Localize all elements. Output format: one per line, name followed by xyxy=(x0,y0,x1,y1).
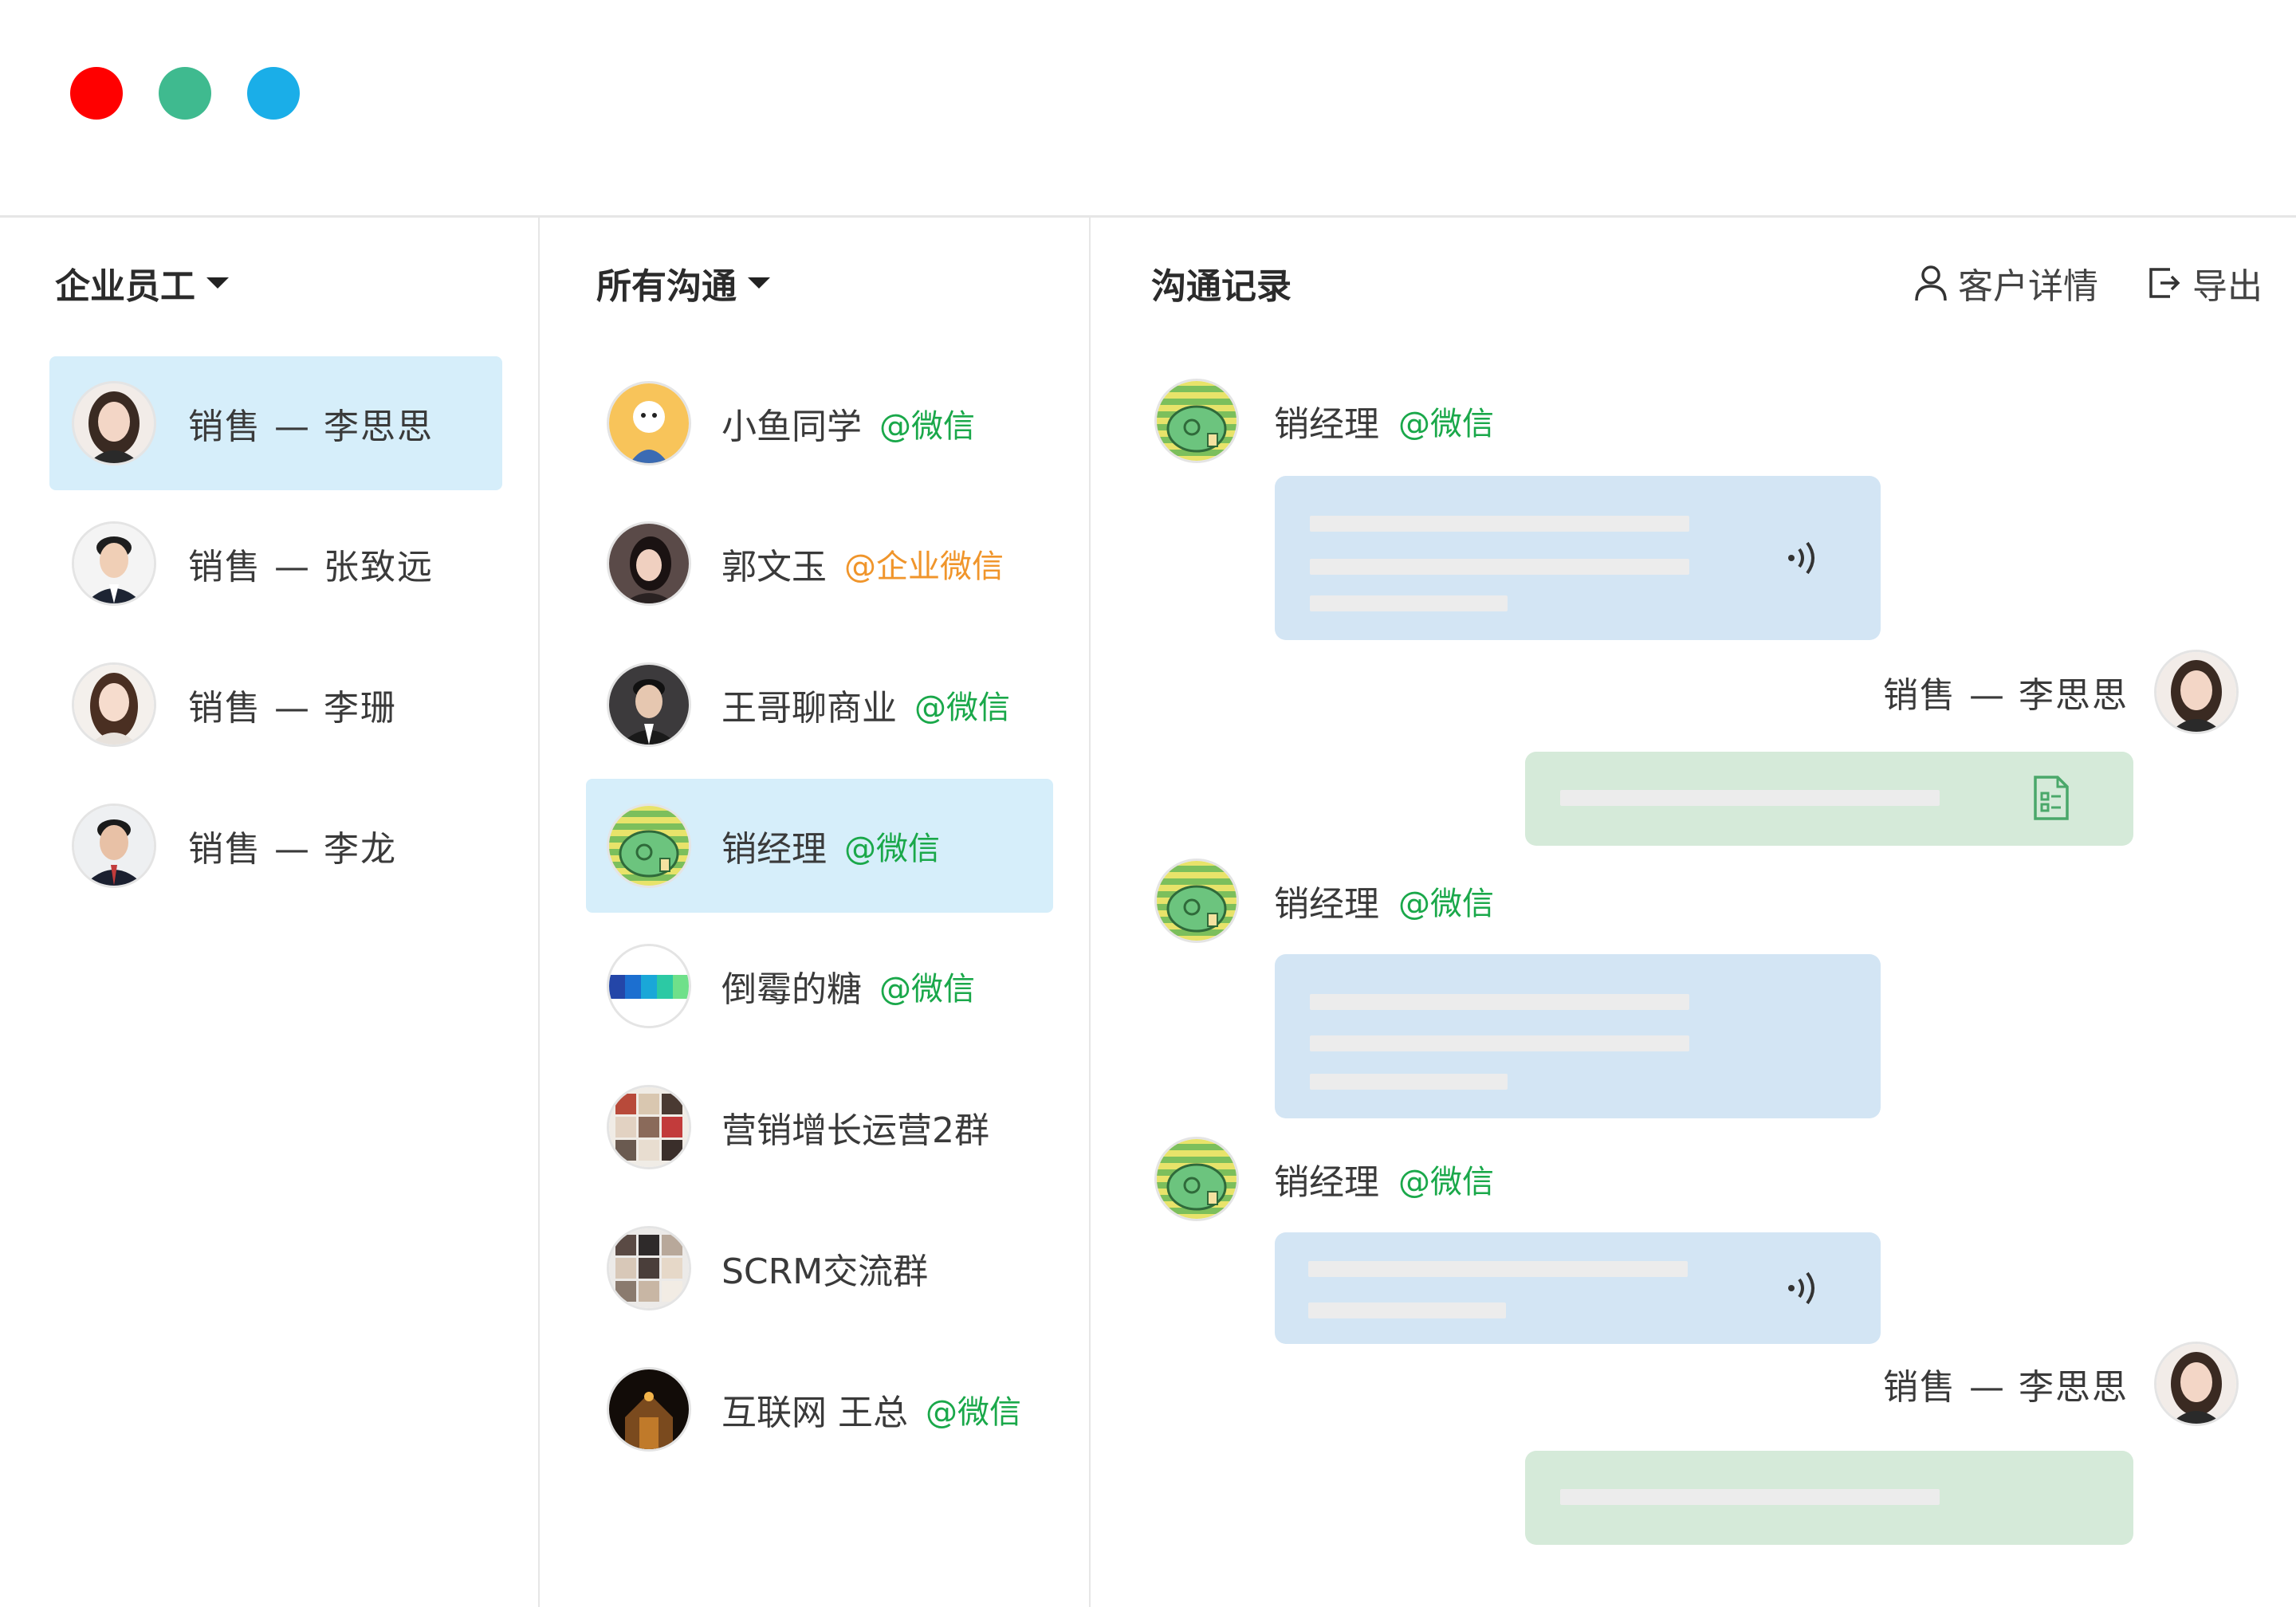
message-sender-row: 销售 — 李思思 xyxy=(1883,650,2239,734)
color-bars-avatar xyxy=(607,944,691,1028)
customer-detail-label: 客户详情 xyxy=(1958,266,2098,307)
employee-panel-title: 企业员工 xyxy=(55,266,195,307)
caret-down-icon xyxy=(748,277,770,289)
placeholder-line xyxy=(1310,595,1508,611)
user-icon xyxy=(1915,265,1947,301)
source-tag: @微信 xyxy=(844,831,940,867)
conversation-item[interactable]: SCRM交流群 xyxy=(586,1201,1053,1335)
avatar xyxy=(72,662,156,747)
export-button[interactable]: 导出 xyxy=(2146,257,2263,308)
employee-item[interactable]: 销售 — 李思思 xyxy=(49,356,502,490)
caret-down-icon xyxy=(206,277,229,289)
conversation-item[interactable]: 王哥聊商业 @微信 xyxy=(586,638,1053,772)
conversation-item[interactable]: 郭文玉 @企业微信 xyxy=(586,497,1053,631)
employee-name: 销售 — 张致远 xyxy=(188,547,434,587)
export-label: 导出 xyxy=(2192,266,2263,307)
elephant-avatar xyxy=(607,804,691,888)
employee-panel: 企业员工 销售 — 李思思 销售 — 张致远 销售 — 李珊 销售 — 李龙 xyxy=(0,218,540,1607)
conversation-name: 小鱼同学 xyxy=(721,407,862,447)
elephant-avatar xyxy=(1154,1137,1239,1221)
message-sender-row: 销售 — 李思思 xyxy=(1883,1342,2239,1426)
sender-name: 销售 — 李思思 xyxy=(1883,675,2129,716)
source-tag: @微信 xyxy=(926,1394,1021,1431)
photo-avatar xyxy=(607,662,691,747)
avatar xyxy=(2154,1342,2239,1426)
record-actions: 客户详情 导出 xyxy=(1866,259,2263,307)
window-titlebar xyxy=(0,0,2296,218)
employee-name: 销售 — 李思思 xyxy=(188,407,434,447)
source-tag: @微信 xyxy=(914,690,1010,726)
employee-name: 销售 — 李龙 xyxy=(188,829,397,870)
minimize-window-button[interactable] xyxy=(159,67,211,120)
message-bubble[interactable] xyxy=(1275,954,1881,1118)
group-avatar xyxy=(607,1085,691,1169)
source-tag: @微信 xyxy=(879,408,975,445)
conversation-panel-title: 所有沟通 xyxy=(596,266,737,307)
sender-name: 销经理 xyxy=(1274,404,1379,445)
conversation-item[interactable]: 小鱼同学 @微信 xyxy=(586,356,1053,490)
employee-item[interactable]: 销售 — 李龙 xyxy=(49,779,502,913)
message-bubble[interactable] xyxy=(1525,752,2133,846)
conversation-name: SCRM交流群 xyxy=(721,1251,929,1292)
source-tag: @微信 xyxy=(1398,406,1494,442)
employee-filter-dropdown[interactable]: 企业员工 xyxy=(55,259,229,307)
close-window-button[interactable] xyxy=(70,67,123,120)
conversation-name: 郭文玉 xyxy=(721,547,827,587)
sender-name: 销售 — 李思思 xyxy=(1883,1367,2129,1408)
elephant-avatar xyxy=(1154,859,1239,943)
placeholder-line xyxy=(1310,559,1689,575)
photo-avatar xyxy=(607,1367,691,1452)
message-sender-row: 销经理 @微信 xyxy=(1154,379,1494,463)
avatar xyxy=(72,521,156,606)
employee-item[interactable]: 销售 — 张致远 xyxy=(49,497,502,631)
document-icon[interactable] xyxy=(2032,774,2070,822)
export-icon xyxy=(2149,268,2180,298)
source-tag: @企业微信 xyxy=(844,548,1004,585)
elephant-avatar xyxy=(1154,379,1239,463)
message-sender-row: 销经理 @微信 xyxy=(1154,1137,1494,1221)
record-panel-title: 沟通记录 xyxy=(1151,266,1292,307)
cartoon-avatar xyxy=(607,381,691,466)
sender-name: 销经理 xyxy=(1274,884,1379,925)
conversation-item[interactable]: 互联网 王总 @微信 xyxy=(586,1342,1053,1476)
conversation-item[interactable]: 倒霉的糖 @微信 xyxy=(586,919,1053,1053)
conversation-name: 互联网 王总 xyxy=(721,1393,908,1433)
conversation-filter-dropdown[interactable]: 所有沟通 xyxy=(596,259,770,307)
placeholder-line xyxy=(1560,790,1940,806)
group-avatar xyxy=(607,1226,691,1310)
source-tag: @微信 xyxy=(879,971,975,1008)
employee-item[interactable]: 销售 — 李珊 xyxy=(49,638,502,772)
message-bubble[interactable] xyxy=(1275,1232,1881,1344)
source-tag: @微信 xyxy=(1398,886,1494,922)
voice-icon[interactable] xyxy=(1785,1268,1822,1308)
conversation-panel: 所有沟通 小鱼同学 @微信 郭文玉 @企业微信 王哥聊商业 @微信 销经理 @微… xyxy=(540,218,1091,1607)
placeholder-line xyxy=(1560,1489,1940,1505)
conversation-item[interactable]: 营销增长运营2群 xyxy=(586,1060,1053,1194)
customer-detail-button[interactable]: 客户详情 xyxy=(1913,257,2098,308)
conversation-name: 倒霉的糖 xyxy=(721,969,862,1010)
message-bubble[interactable] xyxy=(1275,476,1881,640)
conversation-name: 王哥聊商业 xyxy=(721,688,897,729)
placeholder-line xyxy=(1310,516,1689,532)
voice-icon[interactable] xyxy=(1785,538,1822,578)
avatar xyxy=(2154,650,2239,734)
message-bubble[interactable] xyxy=(1525,1451,2133,1545)
avatar xyxy=(72,381,156,466)
placeholder-line xyxy=(1308,1261,1688,1277)
placeholder-line xyxy=(1310,1074,1508,1090)
sender-name: 销经理 xyxy=(1274,1162,1379,1203)
conversation-name: 销经理 xyxy=(721,829,827,870)
placeholder-line xyxy=(1310,1035,1689,1051)
record-panel: 沟通记录 客户详情 导出 销经理 @微信 销售 — 李思思 销经理 @微信 销经… xyxy=(1091,218,2296,1607)
placeholder-line xyxy=(1308,1302,1506,1318)
employee-name: 销售 — 李珊 xyxy=(188,688,397,729)
source-tag: @微信 xyxy=(1398,1164,1494,1200)
conversation-name: 营销增长运营2群 xyxy=(721,1110,989,1151)
placeholder-line xyxy=(1310,994,1689,1010)
maximize-window-button[interactable] xyxy=(247,67,300,120)
avatar xyxy=(72,804,156,888)
photo-avatar xyxy=(607,521,691,606)
conversation-item[interactable]: 销经理 @微信 xyxy=(586,779,1053,913)
message-sender-row: 销经理 @微信 xyxy=(1154,859,1494,943)
